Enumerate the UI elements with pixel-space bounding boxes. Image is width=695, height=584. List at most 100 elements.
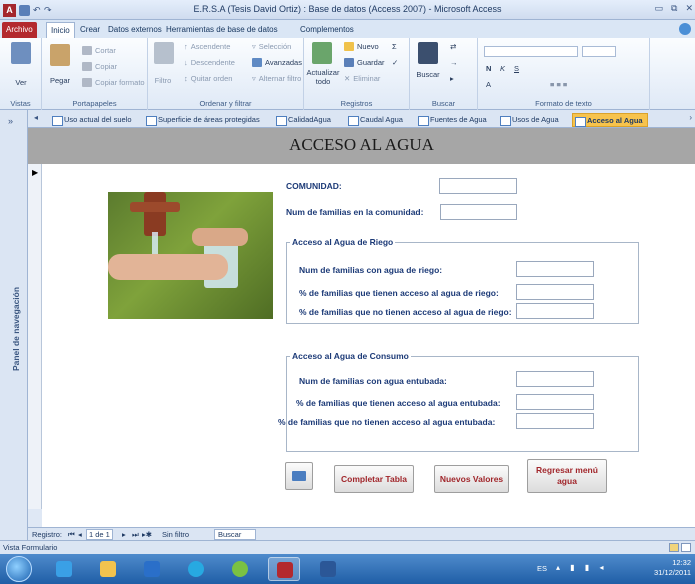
- form-body: COMUNIDAD: Num de familias en la comunid…: [42, 164, 695, 509]
- goto-button[interactable]: →: [450, 58, 458, 67]
- next-record-icon[interactable]: ▸: [122, 530, 126, 539]
- record-search-field[interactable]: Buscar: [214, 529, 256, 540]
- font-name-select[interactable]: [484, 46, 578, 57]
- taskbar-explorer[interactable]: [92, 557, 124, 581]
- filter-icon[interactable]: [154, 42, 174, 64]
- replace-icon: ⇄: [450, 42, 457, 51]
- italic-button[interactable]: K: [500, 64, 505, 73]
- copiar-button[interactable]: Copiar: [82, 62, 117, 71]
- avanzadas-button[interactable]: Avanzadas: [252, 58, 302, 67]
- riego-pct-sin-field[interactable]: [516, 303, 594, 319]
- underline-button[interactable]: S: [514, 64, 519, 73]
- totals-button[interactable]: Σ: [392, 42, 397, 51]
- tabs-scroll-left-icon[interactable]: ◂: [34, 113, 38, 122]
- doctab-uso-suelo[interactable]: Uso actual del suelo: [50, 113, 136, 127]
- doctab-acceso-agua[interactable]: Acceso al Agua: [572, 113, 648, 127]
- copiar-formato-button[interactable]: Copiar formato: [82, 78, 145, 87]
- actualizar-button[interactable]: Actualizar todo: [304, 68, 342, 86]
- tab-inicio[interactable]: Inicio: [46, 22, 75, 38]
- taskbar: ES ▴ ▮ ▮ ◂ 12:32 31/12/2011: [0, 554, 695, 584]
- last-record-icon[interactable]: ⏭: [132, 530, 139, 540]
- restore-icon[interactable]: ⧉: [671, 3, 677, 14]
- bold-button[interactable]: N: [486, 64, 491, 73]
- navigation-pane[interactable]: » Panel de navegación: [0, 110, 28, 540]
- guardar-button[interactable]: Guardar: [344, 58, 385, 67]
- taskbar-access[interactable]: [268, 557, 300, 581]
- record-selector[interactable]: ▶: [28, 164, 42, 509]
- pegar-button[interactable]: Pegar: [44, 76, 76, 85]
- form-action-button[interactable]: [285, 462, 313, 490]
- taskbar-outlook[interactable]: [136, 557, 168, 581]
- current-record-field[interactable]: 1 de 1: [86, 529, 113, 540]
- align-icon: ≡ ≡ ≡: [550, 80, 568, 89]
- doctab-caudal-agua[interactable]: Caudal Agua: [346, 113, 407, 127]
- cortar-button[interactable]: Cortar: [82, 46, 116, 55]
- taskbar-skype[interactable]: [180, 557, 212, 581]
- nav-pane-toggle-icon[interactable]: »: [8, 116, 13, 126]
- riego-con-field[interactable]: [516, 261, 594, 277]
- nuevos-valores-button[interactable]: Nuevos Valores: [434, 465, 509, 493]
- tab-herramientas[interactable]: Herramientas de base de datos: [162, 22, 282, 38]
- language-indicator[interactable]: ES: [537, 564, 547, 573]
- doctab-superficie[interactable]: Superficie de áreas protegidas: [144, 113, 264, 127]
- consumo-pct-con-field[interactable]: [516, 394, 594, 410]
- minimize-icon[interactable]: ▭: [655, 3, 664, 14]
- tray-icons[interactable]: ▴ ▮ ▮ ◂: [556, 563, 608, 572]
- spelling-button[interactable]: ✓: [392, 58, 398, 67]
- layout-view-icon[interactable]: [681, 543, 691, 552]
- filtro-button[interactable]: Filtro: [148, 76, 178, 85]
- ver-button[interactable]: Ver: [0, 78, 42, 87]
- advanced-filter-icon: [252, 58, 262, 67]
- doctab-fuentes-agua[interactable]: Fuentes de Agua: [416, 113, 491, 127]
- alternar-filtro-button[interactable]: ▿ Alternar filtro: [252, 74, 301, 83]
- nav-pane-label[interactable]: Panel de navegación: [11, 274, 21, 384]
- help-icon[interactable]: [679, 23, 691, 35]
- close-icon[interactable]: ✕: [685, 3, 693, 14]
- doctab-usos-agua[interactable]: Usos de Agua: [498, 113, 563, 127]
- messenger-icon: [232, 561, 248, 577]
- tab-complementos[interactable]: Complementos: [296, 22, 358, 38]
- replace-button[interactable]: ⇄: [450, 42, 456, 51]
- regresar-menu-agua-button[interactable]: Regresar menú agua: [527, 459, 607, 493]
- completar-tabla-button[interactable]: Completar Tabla: [334, 465, 414, 493]
- doctab-calidad-agua[interactable]: CalidadAgua: [274, 113, 335, 127]
- tab-datos-externos[interactable]: Datos externos: [104, 22, 166, 38]
- binoculars-icon[interactable]: [418, 42, 438, 64]
- seleccion-button[interactable]: ▿ Selección: [252, 42, 291, 51]
- taskbar-messenger[interactable]: [224, 557, 256, 581]
- ribbon: Ver Vistas Pegar Cortar Copiar Copiar fo…: [0, 38, 695, 110]
- no-filter-button[interactable]: Sin filtro: [162, 530, 189, 539]
- tabs-scroll-right-icon[interactable]: ›: [689, 113, 692, 122]
- new-record-nav-icon[interactable]: ▸✱: [142, 530, 152, 539]
- align-buttons[interactable]: ≡ ≡ ≡: [550, 80, 567, 89]
- toggle-filter-icon: ▿: [252, 74, 256, 83]
- consumo-pct-sin-field[interactable]: [516, 413, 594, 429]
- taskbar-word[interactable]: [312, 557, 344, 581]
- num-familias-field[interactable]: [440, 204, 517, 220]
- prev-record-icon[interactable]: ◂: [78, 530, 82, 539]
- select-button[interactable]: ▸: [450, 74, 454, 83]
- ascendente-button[interactable]: ↑ Ascendente: [184, 42, 230, 51]
- consumo-con-field[interactable]: [516, 371, 594, 387]
- tab-archivo[interactable]: Archivo: [2, 22, 37, 38]
- riego-pct-con-field[interactable]: [516, 284, 594, 300]
- tab-crear[interactable]: Crear: [76, 22, 104, 38]
- font-color-button[interactable]: A: [486, 80, 491, 89]
- first-record-icon[interactable]: ⏮: [68, 530, 75, 540]
- eliminar-button[interactable]: ✕ Eliminar: [344, 74, 380, 83]
- riego-legend: Acceso al Agua de Riego: [290, 237, 396, 247]
- refresh-icon[interactable]: [312, 42, 332, 64]
- font-size-select[interactable]: [582, 46, 616, 57]
- start-button[interactable]: [6, 556, 32, 582]
- clock[interactable]: 12:32 31/12/2011: [654, 558, 691, 578]
- paste-icon[interactable]: [50, 44, 70, 66]
- buscar-button[interactable]: Buscar: [410, 70, 446, 79]
- taskbar-ie[interactable]: [48, 557, 80, 581]
- group-ordenar: Filtro ↑ Ascendente ↓ Descendente ↕ Quitar …: [148, 38, 304, 110]
- comunidad-field[interactable]: [439, 178, 517, 194]
- descendente-button[interactable]: ↓ Descendente: [184, 58, 235, 67]
- nuevo-button[interactable]: Nuevo: [344, 42, 379, 51]
- view-icon[interactable]: [11, 42, 31, 64]
- form-view-icon[interactable]: [669, 543, 679, 552]
- quitar-orden-button[interactable]: ↕ Quitar orden: [184, 74, 232, 83]
